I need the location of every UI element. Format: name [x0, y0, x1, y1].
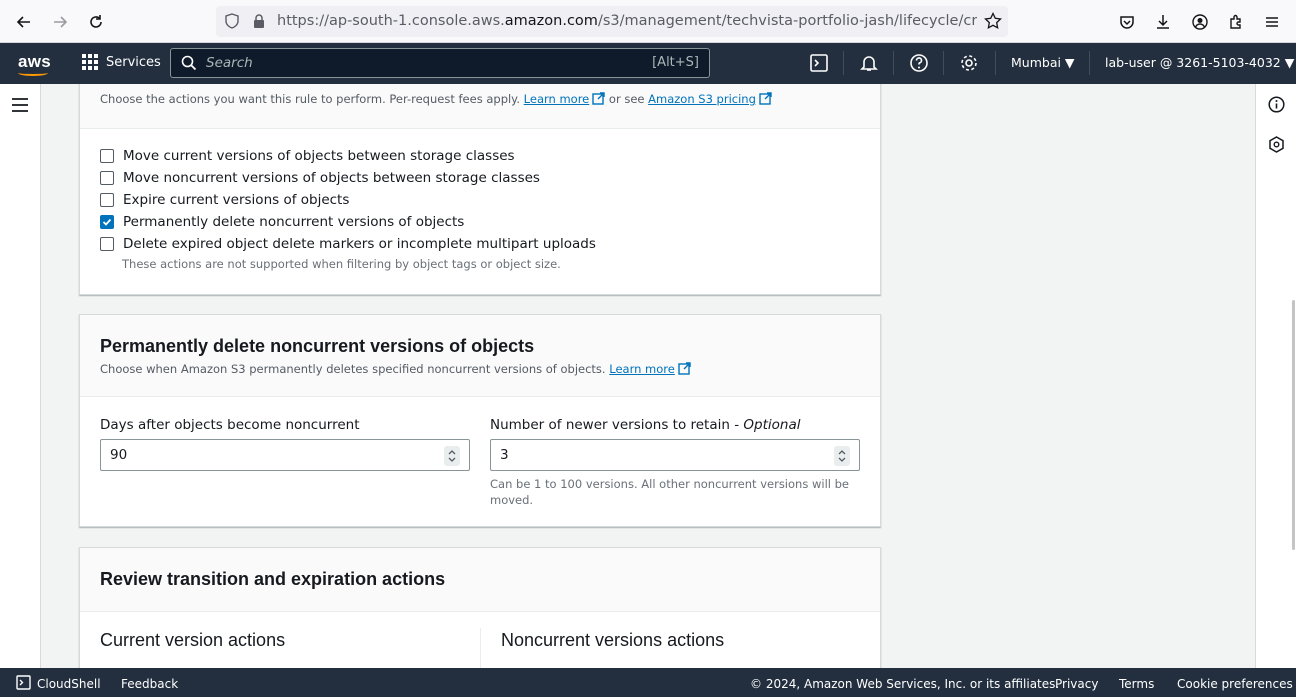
learn-more-link[interactable]: Learn more	[609, 362, 675, 376]
terms-link[interactable]: Terms	[1119, 677, 1154, 691]
days-noncurrent-input[interactable]: 90	[100, 439, 470, 471]
account-menu[interactable]: lab-user @ 3261-5103-4032 ▼	[1105, 55, 1294, 70]
input-value: 3	[500, 447, 509, 463]
panel-header: Review transition and expiration actions	[80, 548, 880, 612]
external-link-icon	[592, 92, 605, 108]
copyright-text: © 2024, Amazon Web Services, Inc. or its…	[750, 677, 1060, 691]
feedback-link[interactable]: Feedback	[121, 677, 178, 691]
aws-logo-smile	[18, 70, 48, 76]
console-footer: CloudShell Feedback © 2024, Amazon Web S…	[0, 668, 1296, 697]
help-icon[interactable]	[909, 53, 929, 73]
cloudshell-footer-icon[interactable]	[16, 675, 31, 693]
side-navigation-rail	[0, 84, 41, 668]
actions-note: These actions are not supported when fil…	[122, 257, 561, 271]
external-link-icon	[678, 362, 691, 378]
region-selector[interactable]: Mumbai ▼	[1011, 55, 1075, 70]
browser-toolbar: https://ap-south-1.console.aws.amazon.co…	[0, 0, 1296, 43]
search-icon	[181, 55, 197, 75]
delete-noncurrent-panel: Permanently delete noncurrent versions o…	[79, 314, 881, 527]
checkbox[interactable]	[100, 237, 114, 251]
tools-rail	[1255, 84, 1296, 668]
hexagon-resource-icon[interactable]	[1268, 136, 1285, 157]
search-shortcut: [Alt+S]	[652, 55, 699, 70]
noncurrent-versions-actions-heading: Noncurrent versions actions	[501, 630, 725, 650]
lock-icon[interactable]	[252, 13, 266, 33]
page-scrollbar[interactable]	[1292, 300, 1295, 550]
cloudshell-icon[interactable]	[809, 53, 829, 73]
pocket-icon[interactable]	[1114, 9, 1140, 35]
search-placeholder: Search	[206, 55, 253, 71]
number-stepper-icon[interactable]	[834, 446, 850, 466]
url-text: https://ap-south-1.console.aws.amazon.co…	[277, 13, 977, 29]
days-noncurrent-label: Days after objects become noncurrent	[100, 417, 360, 433]
settings-gear-icon[interactable]	[959, 53, 979, 73]
notifications-bell-icon[interactable]	[859, 53, 879, 73]
back-icon[interactable]	[11, 9, 37, 35]
hamburger-menu-icon[interactable]	[11, 97, 29, 116]
checkbox[interactable]	[100, 149, 114, 163]
option-move-noncurrent-versions[interactable]: Move noncurrent versions of objects betw…	[100, 170, 540, 186]
info-icon[interactable]	[1268, 96, 1285, 117]
column-divider	[480, 628, 481, 668]
panel-title: Review transition and expiration actions	[100, 569, 446, 589]
bookmark-star-icon[interactable]	[984, 11, 1002, 34]
services-menu-button[interactable]: Services	[82, 54, 161, 70]
divider	[843, 51, 844, 75]
address-bar[interactable]: https://ap-south-1.console.aws.amazon.co…	[216, 6, 1008, 37]
number-stepper-icon[interactable]	[444, 446, 460, 466]
services-label: Services	[106, 54, 161, 70]
aws-logo[interactable]: aws	[18, 52, 51, 72]
cloudshell-link[interactable]: CloudShell	[37, 677, 101, 691]
privacy-link[interactable]: Privacy	[1055, 677, 1098, 691]
option-expire-current-versions[interactable]: Expire current versions of objects	[100, 192, 349, 208]
divider	[995, 51, 996, 75]
account-icon[interactable]	[1187, 9, 1213, 35]
main-content: Choose the actions you want this rule to…	[41, 84, 1255, 668]
input-value: 90	[110, 447, 128, 463]
current-version-actions-heading: Current version actions	[100, 630, 286, 650]
divider	[893, 51, 894, 75]
cookie-preferences-link[interactable]: Cookie preferences	[1177, 677, 1293, 691]
extensions-icon[interactable]	[1223, 9, 1249, 35]
learn-more-link[interactable]: Learn more	[524, 92, 590, 106]
newer-versions-input[interactable]: 3	[490, 439, 860, 471]
option-delete-expired-markers[interactable]: Delete expired object delete markers or …	[100, 236, 596, 252]
option-move-current-versions[interactable]: Move current versions of objects between…	[100, 148, 515, 164]
search-input[interactable]: Search [Alt+S]	[170, 48, 710, 78]
aws-console-header: aws Services Search [Alt+S] Mumbai ▼ lab…	[0, 43, 1296, 84]
newer-versions-label: Number of newer versions to retain - Opt…	[490, 417, 801, 433]
apps-grid-icon	[82, 54, 98, 70]
panel-header: Choose the actions you want this rule to…	[80, 84, 880, 129]
option-permanently-delete-noncurrent[interactable]: Permanently delete noncurrent versions o…	[100, 214, 464, 230]
s3-pricing-link[interactable]: Amazon S3 pricing	[648, 92, 756, 106]
lifecycle-rule-actions-panel: Choose the actions you want this rule to…	[79, 84, 881, 295]
divider	[1089, 51, 1090, 75]
menu-icon[interactable]	[1259, 9, 1285, 35]
external-link-icon	[759, 92, 772, 108]
checkbox[interactable]	[100, 193, 114, 207]
panel-title: Permanently delete noncurrent versions o…	[100, 336, 535, 356]
checkbox-checked[interactable]	[100, 215, 114, 229]
shield-icon[interactable]	[224, 13, 240, 33]
review-actions-panel: Review transition and expiration actions…	[79, 547, 881, 668]
checkmark-icon	[102, 218, 112, 226]
panel-header: Permanently delete noncurrent versions o…	[80, 315, 880, 397]
forward-icon[interactable]	[47, 9, 73, 35]
divider	[943, 51, 944, 75]
newer-versions-help: Can be 1 to 100 versions. All other nonc…	[490, 477, 849, 507]
reload-icon[interactable]	[83, 9, 109, 35]
actions-description: Choose the actions you want this rule to…	[100, 92, 772, 108]
download-icon[interactable]	[1150, 9, 1176, 35]
checkbox[interactable]	[100, 171, 114, 185]
panel-description: Choose when Amazon S3 permanently delete…	[100, 362, 691, 378]
